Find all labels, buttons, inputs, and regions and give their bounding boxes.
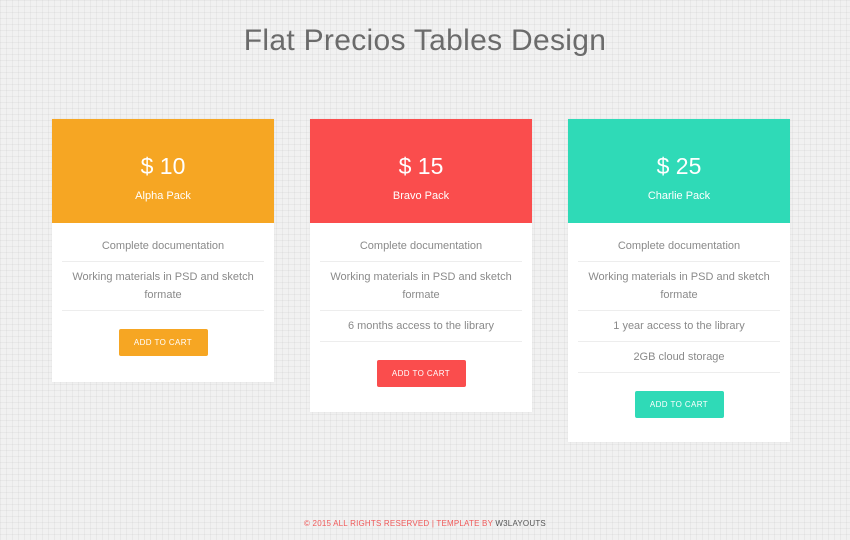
plan-name: Charlie Pack — [647, 190, 711, 202]
feature-item: Complete documentation — [62, 231, 264, 262]
feature-item: Complete documentation — [578, 231, 780, 262]
pricing-card-alpha: $ 10 Alpha Pack Complete documentation W… — [52, 119, 274, 382]
feature-item: Working materials in PSD and sketch form… — [62, 262, 264, 311]
card-header-bravo: $ 15 Bravo Pack — [310, 119, 532, 223]
footer: © 2015 ALL RIGHTS RESERVED | TEMPLATE BY… — [0, 519, 850, 528]
add-to-cart-button-alpha[interactable]: ADD TO CART — [118, 329, 208, 356]
feature-item: Complete documentation — [320, 231, 522, 262]
feature-list: Complete documentation Working materials… — [568, 223, 790, 373]
feature-item: 1 year access to the library — [578, 311, 780, 342]
add-to-cart-button-charlie[interactable]: ADD TO CART — [634, 391, 724, 418]
feature-item: 2GB cloud storage — [578, 342, 780, 373]
feature-list: Complete documentation Working materials… — [52, 223, 274, 311]
card-header-charlie: $ 25 Charlie Pack — [568, 119, 790, 223]
plan-price: $ 10 — [140, 153, 186, 179]
plan-price: $ 15 — [398, 153, 444, 179]
feature-item: 6 months access to the library — [320, 311, 522, 342]
card-header-alpha: $ 10 Alpha Pack — [52, 119, 274, 223]
plan-name: Bravo Pack — [392, 190, 450, 202]
feature-item: Working materials in PSD and sketch form… — [578, 262, 780, 311]
copyright-text: © 2015 ALL RIGHTS RESERVED | TEMPLATE BY — [304, 519, 496, 528]
add-to-cart-button-bravo[interactable]: ADD TO CART — [376, 360, 466, 387]
page-title: Flat Precios Tables Design — [243, 24, 607, 57]
feature-item: Working materials in PSD and sketch form… — [320, 262, 522, 311]
plan-price: $ 25 — [656, 153, 702, 179]
pricing-card-bravo: $ 15 Bravo Pack Complete documentation W… — [310, 119, 532, 412]
pricing-card-charlie: $ 25 Charlie Pack Complete documentation… — [568, 119, 790, 442]
plan-name: Alpha Pack — [135, 190, 191, 202]
template-author-link[interactable]: W3LAYOUTS — [495, 519, 546, 528]
feature-list: Complete documentation Working materials… — [310, 223, 532, 342]
